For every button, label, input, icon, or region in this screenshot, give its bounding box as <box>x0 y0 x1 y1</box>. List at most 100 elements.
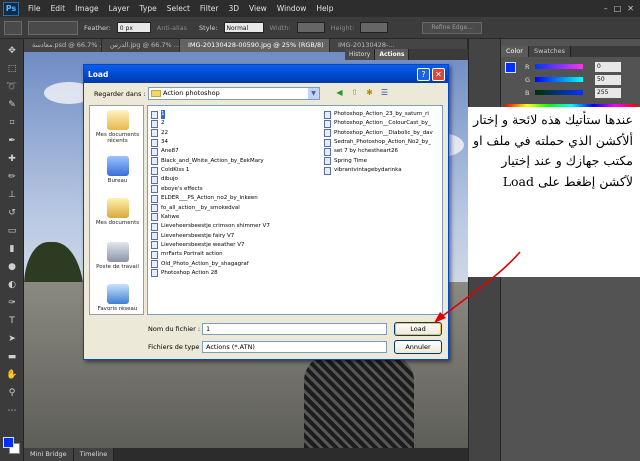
file-list-item[interactable]: Sedrah_Photoshop_Action_No2_by_ <box>324 138 442 147</box>
file-list-item[interactable]: fo_all_action__by_smokedval <box>151 204 321 213</box>
panel-foreground-swatch[interactable] <box>505 62 516 73</box>
menu-3d[interactable]: 3D <box>223 4 244 13</box>
green-value-input[interactable]: 50 <box>595 74 621 85</box>
look-in-select[interactable]: Action photoshop ▼ <box>148 87 320 100</box>
file-list-item[interactable]: dibujo <box>151 175 321 184</box>
view-menu-icon[interactable]: ☰ <box>379 87 390 98</box>
type-tool-icon[interactable]: T <box>5 315 19 327</box>
document-tab-2[interactable]: الدرس.jpg @ 66.7% ... <box>102 39 180 52</box>
menu-select[interactable]: Select <box>162 4 195 13</box>
eyedropper-tool-icon[interactable]: ✒ <box>5 135 19 147</box>
file-list-item[interactable]: Lieveheersbeestje weather V7 <box>151 241 321 250</box>
tab-mini-bridge[interactable]: Mini Bridge <box>24 448 74 461</box>
blue-slider[interactable] <box>535 90 583 95</box>
tab-swatches[interactable]: Swatches <box>528 46 572 57</box>
selection-mode-icons[interactable] <box>28 20 78 35</box>
more-tools-icon[interactable]: ⋯ <box>5 405 19 417</box>
file-list-item[interactable]: Photoshop_Action_23_by_saturn_ri <box>324 110 442 119</box>
style-select[interactable]: Normal <box>223 22 264 33</box>
file-list-item[interactable]: Lieveheersbeestje fairy V7 <box>151 232 321 241</box>
menu-filter[interactable]: Filter <box>195 4 224 13</box>
file-list-item[interactable]: 2 <box>151 119 321 128</box>
eraser-tool-icon[interactable]: ▭ <box>5 225 19 237</box>
place-network[interactable]: Favoris réseau <box>90 284 145 312</box>
file-list-item[interactable]: Old_Photo_Action_by_shagagraf <box>151 260 321 269</box>
menu-type[interactable]: Type <box>135 4 162 13</box>
blue-value-input[interactable]: 255 <box>595 87 621 98</box>
up-folder-icon[interactable]: ⇧ <box>349 87 360 98</box>
file-list-item[interactable]: Black_and_White_Action_by_EekMary <box>151 157 321 166</box>
file-list-item[interactable]: ColdKiss 1 <box>151 166 321 175</box>
file-list-item[interactable]: 34 <box>151 138 321 147</box>
help-button[interactable]: ? <box>417 67 430 81</box>
back-icon[interactable]: ◀ <box>334 87 345 98</box>
tab-actions[interactable]: Actions <box>375 49 410 60</box>
menu-image[interactable]: Image <box>70 4 104 13</box>
quick-select-tool-icon[interactable]: ✎ <box>5 99 19 111</box>
green-slider[interactable] <box>535 77 583 82</box>
tab-history[interactable]: History <box>345 49 376 60</box>
menu-window[interactable]: Window <box>272 4 312 13</box>
red-value-input[interactable]: 0 <box>595 61 621 72</box>
filename-input[interactable]: 1 <box>202 323 387 335</box>
foreground-color-swatch[interactable] <box>3 437 14 448</box>
refine-edge-button[interactable]: Refine Edge... <box>422 21 482 34</box>
file-list-item[interactable]: vibrantvintagebydarinka <box>324 166 442 175</box>
file-list-item[interactable]: Photoshop Action 28 <box>151 269 321 278</box>
file-list-item[interactable]: 1 <box>151 110 321 119</box>
close-button[interactable]: ✕ <box>627 4 634 13</box>
file-list-item[interactable]: Ane87 <box>151 147 321 156</box>
cancel-button[interactable]: Annuler <box>394 340 442 354</box>
path-selection-tool-icon[interactable]: ➤ <box>5 333 19 345</box>
gradient-tool-icon[interactable]: ▮ <box>5 243 19 255</box>
lasso-tool-icon[interactable]: ➰ <box>5 81 19 93</box>
crop-tool-icon[interactable]: ⌗ <box>5 117 19 129</box>
blur-tool-icon[interactable]: ● <box>5 261 19 273</box>
menu-view[interactable]: View <box>244 4 272 13</box>
red-slider[interactable] <box>535 64 583 69</box>
file-list-item[interactable]: Photoshop_Action__ColourCast_by_ <box>324 119 442 128</box>
tab-color[interactable]: Color <box>501 46 529 57</box>
move-tool-icon[interactable]: ✥ <box>5 45 19 57</box>
menu-layer[interactable]: Layer <box>104 4 135 13</box>
history-brush-tool-icon[interactable]: ↺ <box>5 207 19 219</box>
place-recent-documents[interactable]: Mes documents récents <box>90 110 145 144</box>
tab-timeline[interactable]: Timeline <box>73 448 115 461</box>
load-button[interactable]: Load <box>394 322 442 336</box>
feather-input[interactable]: 0 px <box>116 22 151 33</box>
width-input[interactable] <box>296 22 325 33</box>
file-list-item[interactable]: Kahwe <box>151 213 321 222</box>
chevron-down-icon[interactable]: ▼ <box>308 88 319 99</box>
brush-tool-icon[interactable]: ✏ <box>5 171 19 183</box>
clone-stamp-tool-icon[interactable]: ⊥ <box>5 189 19 201</box>
menu-file[interactable]: File <box>23 4 46 13</box>
antialias-checkbox[interactable]: Anti-alias <box>157 24 187 32</box>
document-tab-active[interactable]: IMG-20130428-00590.jpg @ 25% (RGB/8) <box>180 39 330 52</box>
maximize-button[interactable]: □ <box>614 4 622 13</box>
rect-marquee-tool-icon[interactable]: ⬚ <box>5 63 19 75</box>
menu-edit[interactable]: Edit <box>46 4 71 13</box>
dialog-titlebar[interactable]: Load ? ✕ <box>84 65 448 83</box>
hand-tool-icon[interactable]: ✋ <box>5 369 19 381</box>
place-my-documents[interactable]: Mes documents <box>90 198 145 226</box>
document-tab-1[interactable]: معادسة.psd @ 66.7% ... <box>24 39 102 52</box>
menu-help[interactable]: Help <box>311 4 338 13</box>
height-input[interactable] <box>360 22 389 33</box>
file-list-item[interactable]: eboye's effects <box>151 185 321 194</box>
place-my-computer[interactable]: Poste de travail <box>90 242 145 270</box>
file-list[interactable]: 1 2 22 34 Ane87 Black_and_White_Action_by_Eek… <box>147 105 443 315</box>
file-list-item[interactable]: set 7 by hchestheart26 <box>324 147 442 156</box>
place-desktop[interactable]: Bureau <box>90 156 145 184</box>
minimize-button[interactable]: – <box>604 4 608 13</box>
pen-tool-icon[interactable]: ✑ <box>5 297 19 309</box>
dialog-close-button[interactable]: ✕ <box>432 67 445 81</box>
dodge-tool-icon[interactable]: ◐ <box>5 279 19 291</box>
file-list-item[interactable]: Photoshop_Action__Diabolic_by_dav <box>324 129 442 138</box>
file-list-item[interactable]: 22 <box>151 129 321 138</box>
zoom-tool-icon[interactable]: ⚲ <box>5 387 19 399</box>
shape-tool-icon[interactable]: ▬ <box>5 351 19 363</box>
filetype-select[interactable]: Actions (*.ATN) <box>202 341 387 353</box>
new-folder-icon[interactable]: ✱ <box>364 87 375 98</box>
healing-brush-tool-icon[interactable]: ✚ <box>5 153 19 165</box>
file-list-item[interactable]: ELDER___PS_Action_no2_by_inkeen <box>151 194 321 203</box>
